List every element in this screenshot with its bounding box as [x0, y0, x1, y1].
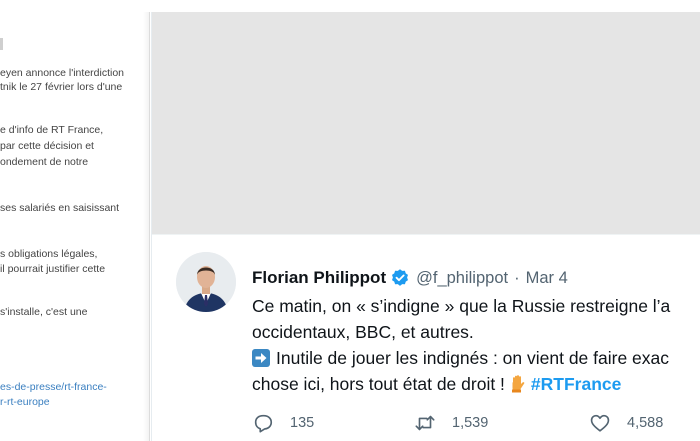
article-line: ondement de notre	[0, 156, 89, 168]
article-line: par cette décision et	[0, 140, 94, 152]
like-count: 4,588	[627, 415, 664, 431]
article-link[interactable]: r-rt-europe	[0, 395, 50, 409]
reply-button[interactable]: 135	[252, 409, 314, 437]
tweet-line: occidentaux, BBC, et autres.	[252, 322, 474, 342]
verified-badge-icon	[390, 268, 410, 288]
tweet-card[interactable]: Florian Philippot @f_philippot · Mar 4 C…	[151, 12, 700, 441]
tweet-text: Ce matin, on « s’indigne » que la Russie…	[252, 293, 700, 397]
quote-marker	[0, 38, 3, 50]
retweet-button[interactable]: 1,539	[414, 409, 488, 437]
tweet-line: Inutile de jouer les indignés : on vient…	[276, 348, 670, 368]
author-name[interactable]: Florian Philippot	[252, 268, 386, 288]
hashtag-link[interactable]: #RTFrance	[531, 374, 621, 394]
tweet-line-with-arrow: Inutile de jouer les indignés : on vient…	[252, 345, 700, 371]
article-line: il pourrait justifier cette	[0, 263, 106, 275]
article-link[interactable]: es-de-presse/rt-france-	[0, 380, 107, 394]
tweet-line-with-hashtag: chose ici, hors tout état de droit ! #RTF…	[252, 371, 700, 397]
avatar-image	[176, 252, 236, 312]
like-button[interactable]: 4,588	[589, 409, 663, 437]
tweet-header: Florian Philippot @f_philippot · Mar 4	[252, 266, 700, 290]
divider	[152, 234, 700, 235]
author-handle[interactable]: @f_philippot	[416, 269, 508, 288]
article-line: e d'info de RT France,	[0, 124, 104, 136]
tweet-line: Ce matin, on « s’indigne » que la Russie…	[252, 296, 671, 316]
article-line: s obligations légales,	[0, 248, 98, 260]
tweet-line: chose ici, hors tout état de droit !	[252, 374, 505, 394]
retweet-count: 1,539	[452, 415, 489, 431]
heart-icon	[590, 414, 610, 432]
article-panel: eyen annonce l'interdiction tnik le 27 f…	[0, 12, 150, 441]
tweet-media-placeholder[interactable]	[152, 12, 700, 234]
article-line: s'installe, c'est une	[0, 306, 88, 318]
raised-hand-emoji-icon	[509, 374, 527, 394]
reply-count: 135	[290, 415, 315, 431]
article-line: ses salariés en saisissant	[0, 202, 120, 214]
article-line: eyen annonce l'interdiction	[0, 67, 125, 79]
background-page: eyen annonce l'interdiction tnik le 27 f…	[0, 0, 150, 441]
article-line: tnik le 27 février lors d'une	[0, 81, 123, 93]
separator: ·	[514, 268, 520, 287]
reply-icon	[254, 414, 273, 433]
retweet-icon	[415, 415, 435, 431]
right-arrow-emoji-icon	[252, 349, 270, 367]
tweet-actions: 135 1,539 4,588	[252, 409, 700, 437]
avatar[interactable]	[176, 252, 236, 312]
tweet-date[interactable]: Mar 4	[526, 269, 568, 288]
